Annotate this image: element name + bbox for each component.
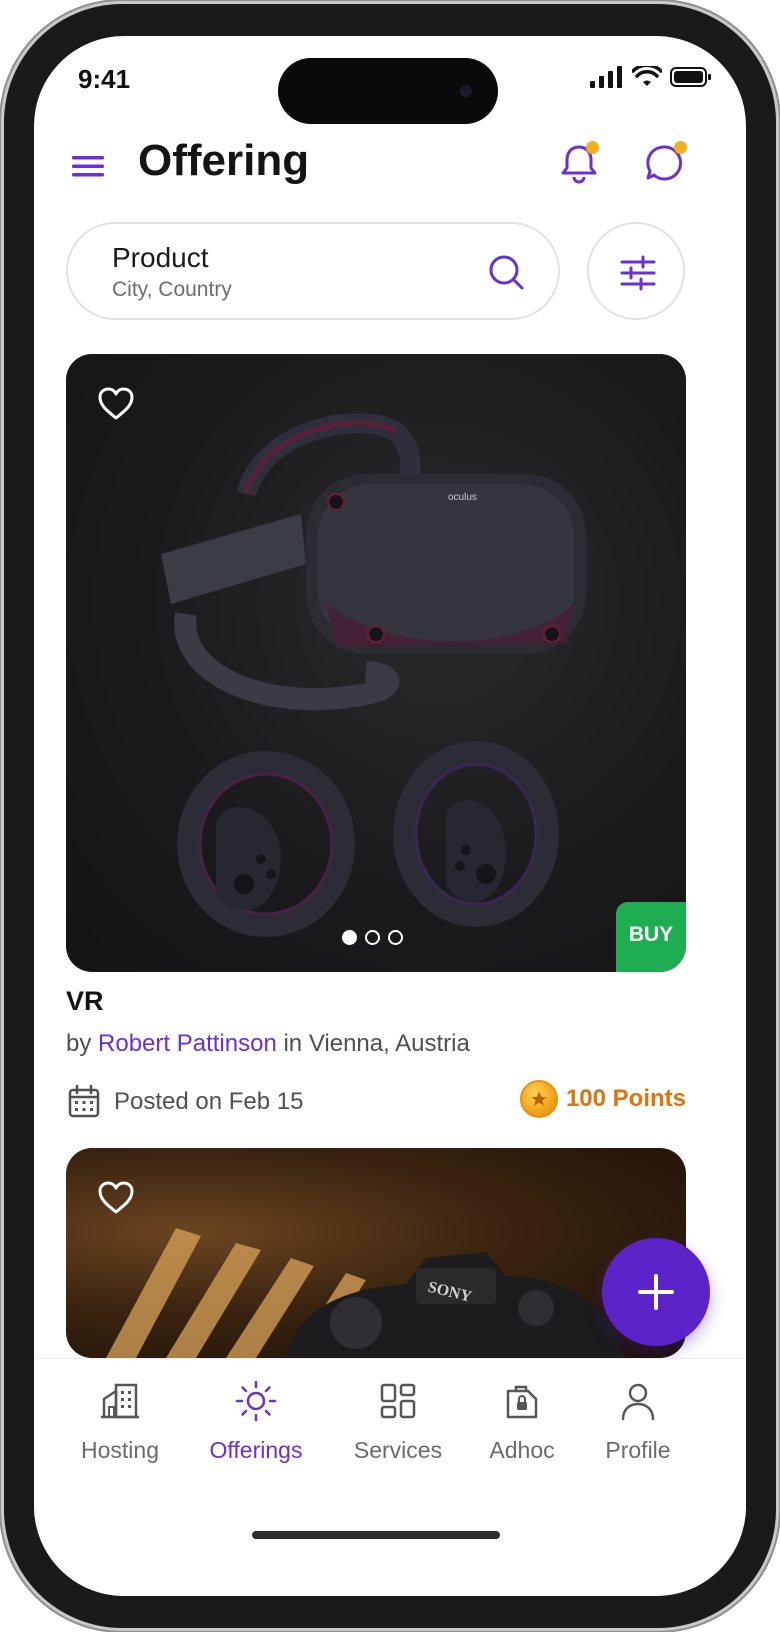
seller-link[interactable]: Robert Pattinson [98,1030,277,1057]
tab-label: Services [353,1437,443,1463]
carousel-indicator [342,930,403,945]
listing-location: in Vienna, Austria [276,1030,470,1057]
add-offering-button[interactable] [602,1238,710,1346]
right-controller [393,741,559,927]
favorite-button[interactable] [96,384,136,424]
status-icons [590,66,712,88]
tab-hosting[interactable]: Hosting [60,1379,180,1464]
messages-button[interactable] [640,138,690,188]
sliders-icon [620,255,656,291]
notifications-button[interactable] [554,138,604,188]
tab-label: Adhoc [489,1437,555,1463]
left-controller [177,751,355,937]
dynamic-island [278,58,498,124]
heart-icon [98,1181,134,1214]
battery-icon [670,67,711,87]
camera-image: SONY [106,1228,626,1358]
carousel-dot[interactable] [365,930,380,945]
search-label: Product [112,242,209,273]
calendar-icon [68,1084,100,1118]
carousel-dot[interactable] [388,930,403,945]
person-icon [621,1383,655,1421]
buy-badge[interactable]: BUY [616,902,686,972]
camera-icon [460,85,472,97]
status-bar: 9:41 [34,36,746,146]
search-icon[interactable] [486,252,526,292]
signal-icon [590,66,622,88]
tab-label: Offerings [209,1437,303,1463]
lock-bag-icon [506,1385,538,1419]
listing-title: VR [66,986,104,1016]
plus-icon [638,1274,674,1310]
carousel-dot[interactable] [342,930,357,945]
notification-badge [586,141,599,154]
search-location: City, Country [112,278,232,301]
app-header: Offering [34,132,746,202]
points-text: 100 Points [565,1085,686,1112]
page-title: Offering [138,136,310,185]
bottom-tab-bar: Hosting Offerings Services Adhoc Profile [34,1358,746,1596]
home-indicator[interactable] [252,1531,500,1539]
phone-mockup: 9:41 Offering Product City, Country ocul… [0,0,780,1632]
search-field[interactable]: Product City, Country [66,222,560,320]
screen: 9:41 Offering Product City, Country ocul… [34,36,746,1596]
posted-date: Posted on Feb 15 [66,1084,303,1120]
grid-icon [380,1383,416,1419]
posted-text: Posted on Feb 15 [114,1088,304,1115]
tab-offerings[interactable]: Offerings [196,1379,316,1464]
filter-button[interactable] [587,222,685,320]
oculus-logo-text: oculus [448,492,477,503]
wifi-icon [632,66,662,86]
menu-button[interactable] [68,146,108,186]
star-icon [531,1091,547,1106]
listing-image[interactable]: oculus [66,354,686,972]
vr-headset-image: oculus [161,413,586,937]
tab-adhoc[interactable]: Adhoc [462,1379,582,1464]
tab-label: Profile [605,1437,671,1463]
message-badge [674,141,687,154]
power-button [776,440,780,610]
heart-icon [98,387,134,420]
tab-profile[interactable]: Profile [578,1379,698,1464]
hamburger-icon [72,156,104,177]
tab-label: Hosting [81,1437,159,1463]
building-icon [101,1383,139,1419]
coin-icon [519,1080,558,1118]
listing-byline: by Robert Pattinson in Vienna, Austria [66,1030,470,1058]
sun-icon [235,1380,277,1422]
tab-services[interactable]: Services [338,1379,458,1464]
points-badge: 100 Points [519,1080,686,1118]
listing-image-2[interactable]: SONY [66,1148,686,1358]
byline-prefix: by [66,1030,99,1057]
status-time: 9:41 [78,64,131,94]
favorite-button-2[interactable] [96,1178,136,1218]
